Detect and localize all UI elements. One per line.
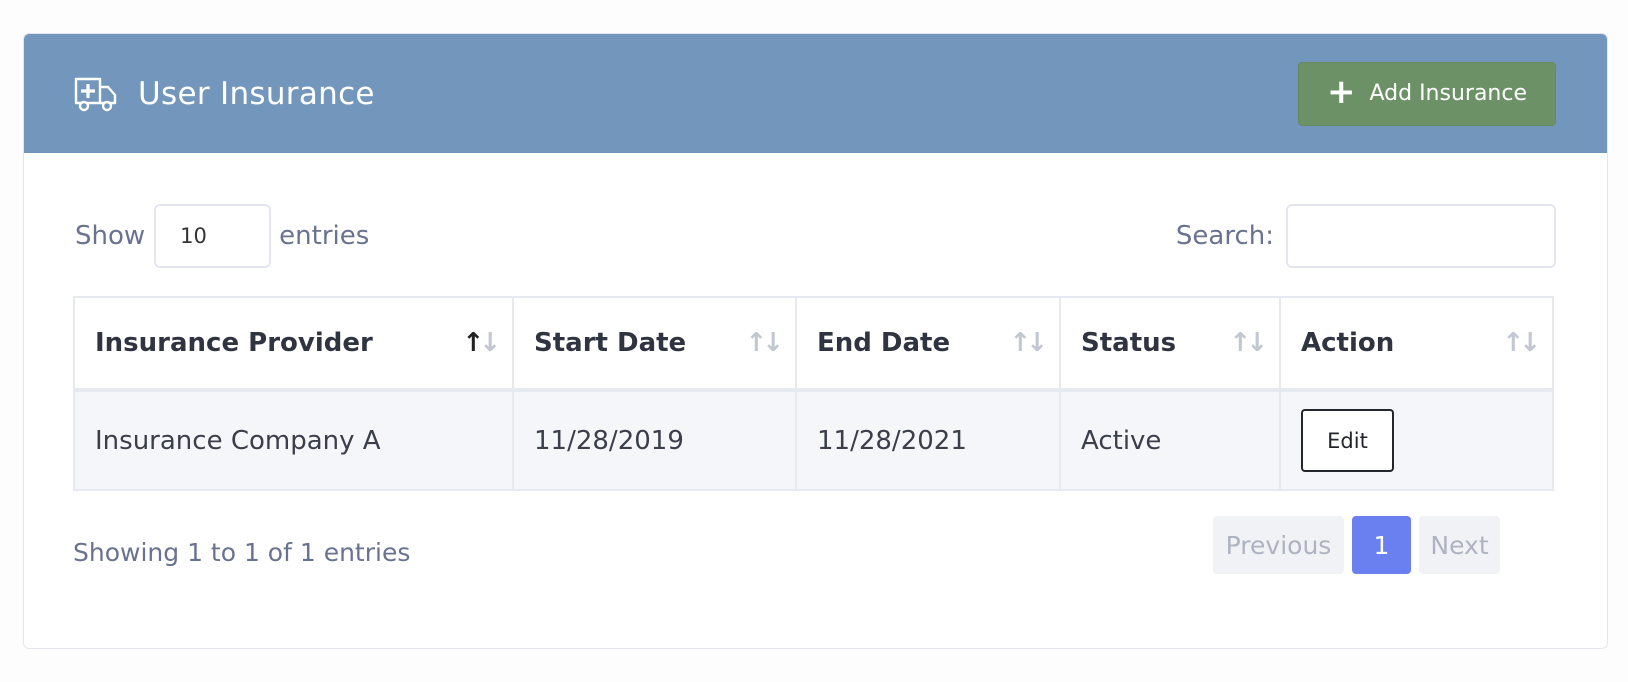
show-label: Show [75, 221, 146, 251]
sort-icon: ↑↓ [745, 328, 784, 358]
search-input[interactable] [1286, 204, 1556, 268]
search-control: Search: [1176, 204, 1556, 268]
add-insurance-button[interactable]: + Add Insurance [1298, 61, 1556, 126]
card-header: User Insurance + Add Insurance [24, 34, 1607, 153]
title-wrap: User Insurance [74, 76, 375, 112]
page-length-control: Show 10 entries [75, 204, 369, 268]
column-status[interactable]: Status ↑↓ [1059, 296, 1281, 392]
page-1-button[interactable]: 1 [1352, 516, 1411, 574]
cell-start-date: 11/28/2019 [512, 389, 797, 491]
column-action[interactable]: Action ↑↓ [1279, 296, 1554, 392]
column-insurance-provider[interactable]: Insurance Provider ↑↓ [73, 296, 514, 392]
column-label: Action [1301, 328, 1395, 358]
entries-label: entries [279, 221, 370, 251]
pagination: Previous 1 Next [1205, 516, 1500, 574]
column-start-date[interactable]: Start Date ↑↓ [512, 296, 797, 392]
search-label: Search: [1175, 221, 1274, 251]
ambulance-icon [74, 76, 118, 112]
cell-end-date: 11/28/2021 [795, 389, 1061, 491]
cell-provider: Insurance Company A [73, 389, 514, 491]
cell-action: Edit [1279, 389, 1554, 491]
add-insurance-label: Add Insurance [1369, 81, 1528, 106]
sort-icon: ↑↓ [1502, 328, 1541, 358]
insurance-table: Insurance Provider ↑↓ Start Date ↑↓ End … [73, 296, 1554, 491]
cell-status: Active [1059, 389, 1281, 491]
column-end-date[interactable]: End Date ↑↓ [795, 296, 1061, 392]
table-header-row: Insurance Provider ↑↓ Start Date ↑↓ End … [73, 296, 1554, 392]
page-title: User Insurance [138, 75, 375, 112]
edit-button[interactable]: Edit [1301, 409, 1394, 472]
page-length-select[interactable]: 10 [154, 204, 272, 268]
column-label: Start Date [534, 328, 687, 358]
previous-page-button[interactable]: Previous [1213, 516, 1344, 574]
sort-icon: ↑↓ [1009, 328, 1048, 358]
next-page-button[interactable]: Next [1419, 516, 1500, 574]
table-controls: Show 10 entries Search: [75, 204, 1556, 268]
column-label: Status [1081, 328, 1177, 358]
plus-icon: + [1326, 72, 1356, 112]
table-row: Insurance Company A 11/28/2019 11/28/202… [73, 389, 1554, 491]
sort-icon: ↑↓ [1229, 328, 1268, 358]
column-label: Insurance Provider [95, 328, 373, 358]
sort-icon: ↑↓ [462, 328, 501, 358]
table-info: Showing 1 to 1 of 1 entries [73, 538, 411, 567]
column-label: End Date [817, 328, 951, 358]
